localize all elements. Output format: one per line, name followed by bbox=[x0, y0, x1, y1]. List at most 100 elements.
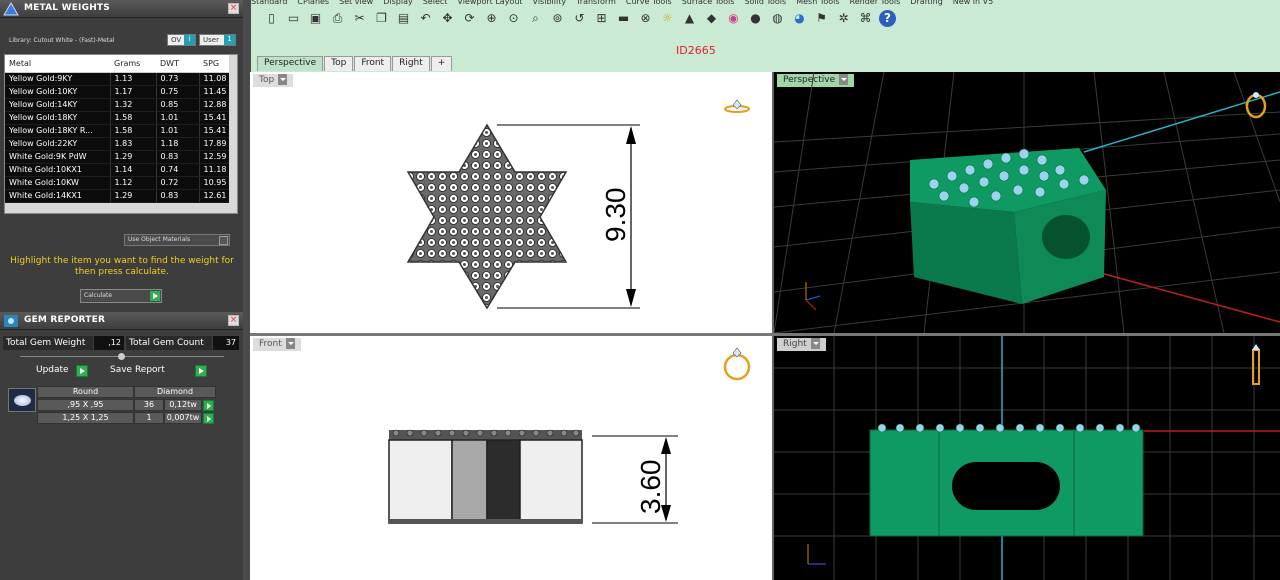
metal-row[interactable]: Yellow Gold:9KY 1.13 0.73 11.08 bbox=[5, 72, 232, 86]
sphere-icon[interactable]: ● bbox=[747, 10, 764, 27]
flag-icon[interactable]: ⚑ bbox=[813, 10, 830, 27]
toolbar-tab[interactable]: Mesh Tools bbox=[796, 0, 839, 6]
metal-table-vertical-scrollbar[interactable] bbox=[229, 55, 237, 205]
target-icon[interactable]: ⊗ bbox=[637, 10, 654, 27]
user-selector[interactable]: User 1 bbox=[199, 34, 236, 46]
metal-row[interactable]: White Gold:14KX1 1.29 0.83 12.61 bbox=[5, 189, 232, 203]
toolbar-tab[interactable]: Drafting bbox=[910, 0, 943, 6]
options-icon[interactable]: ⌘ bbox=[857, 10, 874, 27]
front-viewport[interactable]: Front 3.60 bbox=[250, 336, 772, 580]
toolbar-tab[interactable]: Transform bbox=[576, 0, 616, 6]
metal-cell: 11.18 bbox=[199, 163, 232, 177]
metal-row[interactable]: Yellow Gold:10KY 1.17 0.75 11.45 bbox=[5, 85, 232, 99]
copy-icon[interactable]: ❐ bbox=[373, 10, 390, 27]
metal-column-header[interactable]: Metal bbox=[5, 55, 110, 73]
new-file-icon[interactable]: ▯ bbox=[263, 10, 280, 27]
render-sphere-icon[interactable]: ◍ bbox=[769, 10, 786, 27]
ring-view-icon bbox=[723, 347, 751, 381]
toolbar-tab[interactable]: Viewport Layout bbox=[457, 0, 522, 6]
toolbar-tab[interactable]: Render Tools bbox=[850, 0, 901, 6]
metal-cell: Yellow Gold:22KY bbox=[5, 137, 111, 151]
ov-selector[interactable]: OV i bbox=[167, 34, 196, 46]
metal-cell: 12.59 bbox=[199, 150, 232, 164]
metal-row[interactable]: Yellow Gold:14KY 1.32 0.85 12.88 bbox=[5, 98, 232, 112]
calculate-label: Calculate bbox=[84, 292, 113, 299]
metal-cell: 10.95 bbox=[199, 176, 232, 190]
viewport-tab-perspective[interactable]: Perspective bbox=[257, 56, 324, 71]
gem-row-1-select-button[interactable] bbox=[203, 400, 214, 411]
toolbar-tab[interactable]: Surface Tools bbox=[682, 0, 735, 6]
print-icon[interactable]: ⎙ bbox=[329, 10, 346, 27]
metal-cell: 17.89 bbox=[199, 137, 232, 151]
toolbar-tab[interactable]: Visibility bbox=[533, 0, 567, 6]
globe-icon[interactable]: ◕ bbox=[791, 10, 808, 27]
zoom-extents-icon[interactable]: ⊙ bbox=[505, 10, 522, 27]
lock-icon[interactable]: ▲ bbox=[681, 10, 698, 27]
metal-column-header[interactable]: DWT bbox=[156, 55, 199, 73]
light-icon[interactable]: ☼ bbox=[659, 10, 676, 27]
panel-splitter[interactable] bbox=[243, 72, 250, 580]
viewport-tab-front[interactable]: Front bbox=[354, 56, 392, 71]
rotate-view-icon[interactable]: ⟳ bbox=[461, 10, 478, 27]
undo-icon[interactable]: ↶ bbox=[417, 10, 434, 27]
metal-row[interactable]: White Gold:9K PdW 1.29 0.83 12.59 bbox=[5, 150, 232, 164]
paste-icon[interactable]: ▤ bbox=[395, 10, 412, 27]
viewport-tab-top[interactable]: Top bbox=[324, 56, 354, 71]
metal-row[interactable]: White Gold:10KX1 1.14 0.74 11.18 bbox=[5, 163, 232, 177]
gear-icon[interactable]: ✲ bbox=[835, 10, 852, 27]
toolbar-tab[interactable]: Solid Tools bbox=[744, 0, 786, 6]
metal-weights-table[interactable]: Metal Grams DWT SPG Yellow Gold:9KY 1.13 0.73… bbox=[4, 54, 238, 214]
main-toolbar: Standard CPlanes Set view Display Select View… bbox=[243, 0, 1280, 72]
add-viewport-tab-button[interactable]: + bbox=[430, 56, 453, 71]
save-icon[interactable]: ▣ bbox=[307, 10, 324, 27]
metal-cell: 0.85 bbox=[156, 98, 200, 112]
help-icon[interactable]: ? bbox=[879, 10, 896, 27]
ring-view-icon bbox=[1252, 344, 1260, 385]
gem-slider-handle[interactable] bbox=[118, 353, 125, 360]
toolbar-tab[interactable]: Standard bbox=[251, 0, 287, 6]
zoom-window-icon[interactable]: ⌕ bbox=[527, 10, 544, 27]
right-viewport[interactable]: Right bbox=[774, 336, 1280, 580]
use-object-materials-dropdown[interactable]: Use Object Materials bbox=[124, 234, 230, 246]
metal-cell: Yellow Gold:18KY bbox=[5, 111, 111, 125]
toolbar-tab[interactable]: Display bbox=[383, 0, 413, 6]
calculate-button[interactable]: Calculate bbox=[80, 289, 162, 303]
toolbar-tab[interactable]: New in V5 bbox=[953, 0, 993, 6]
update-button[interactable] bbox=[76, 365, 88, 377]
metal-row[interactable]: Yellow Gold:18KY 1.58 1.01 15.41 bbox=[5, 111, 232, 125]
toolbar-tab[interactable]: Select bbox=[423, 0, 448, 6]
undo-view-icon[interactable]: ↺ bbox=[571, 10, 588, 27]
perspective-viewport[interactable]: Perspective bbox=[774, 72, 1280, 333]
toolbar-tab[interactable]: CPlanes bbox=[297, 0, 329, 6]
zoom-selected-icon[interactable]: ⊚ bbox=[549, 10, 566, 27]
close-gem-panel-button[interactable]: × bbox=[228, 315, 239, 326]
metal-cell: 1.01 bbox=[156, 124, 200, 138]
viewport-vertical-divider[interactable] bbox=[772, 72, 774, 580]
total-gem-count-value: 37 bbox=[213, 336, 239, 350]
grid-icon[interactable]: ⊞ bbox=[593, 10, 610, 27]
gem-row-2-select-button[interactable] bbox=[203, 413, 214, 424]
metal-row[interactable]: Yellow Gold:22KY 1.83 1.18 17.89 bbox=[5, 137, 232, 151]
save-report-button[interactable] bbox=[195, 365, 207, 377]
zoom-in-icon[interactable]: ⊕ bbox=[483, 10, 500, 27]
top-viewport[interactable]: Top 9.30 bbox=[250, 72, 772, 333]
viewport-horizontal-divider[interactable] bbox=[250, 333, 1280, 336]
paint-icon[interactable]: ◆ bbox=[703, 10, 720, 27]
metal-row[interactable]: White Gold:10KW 1.12 0.72 10.95 bbox=[5, 176, 232, 190]
metal-table-horizontal-scrollbar[interactable] bbox=[5, 203, 237, 213]
open-folder-icon[interactable]: ▭ bbox=[285, 10, 302, 27]
color-wheel-icon[interactable]: ◉ bbox=[725, 10, 742, 27]
save-report-label: Save Report bbox=[110, 365, 165, 375]
viewport-tab-right[interactable]: Right bbox=[392, 56, 430, 71]
car-icon[interactable]: ▬ bbox=[615, 10, 632, 27]
metal-column-header[interactable]: SPG bbox=[199, 55, 231, 73]
toolbar-tab[interactable]: Curve Tools bbox=[626, 0, 672, 6]
total-gem-weight-label: Total Gem Weight bbox=[3, 336, 93, 350]
star-pendant-top-view bbox=[406, 123, 568, 310]
metal-row[interactable]: Yellow Gold:18KY R... 1.58 1.01 15.41 bbox=[5, 124, 232, 138]
pan-icon[interactable]: ✥ bbox=[439, 10, 456, 27]
cut-icon[interactable]: ✂ bbox=[351, 10, 368, 27]
metal-column-header[interactable]: Grams bbox=[110, 55, 156, 73]
toolbar-tab[interactable]: Set view bbox=[339, 0, 373, 6]
close-metal-panel-button[interactable]: × bbox=[228, 3, 239, 14]
